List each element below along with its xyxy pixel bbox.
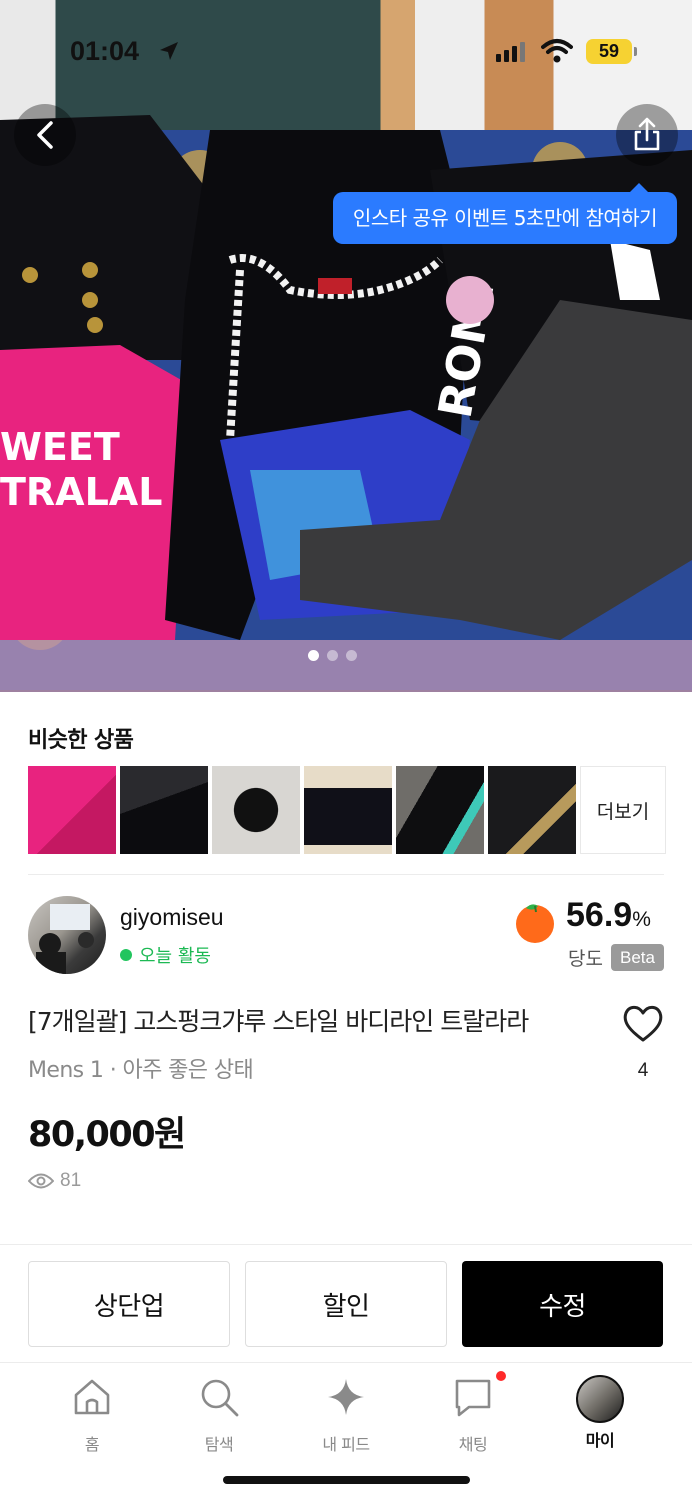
wifi-icon [541, 39, 573, 63]
search-icon [201, 1379, 239, 1417]
image-pagination [308, 650, 357, 661]
tab-label: 마이 [585, 1431, 615, 1450]
like-heart-icon[interactable] [620, 1002, 666, 1044]
svg-text:TRALAL: TRALAL [0, 470, 162, 514]
tab-label: 탐색 [204, 1435, 234, 1454]
chat-icon [455, 1371, 506, 1417]
seller-name[interactable]: giyomiseu [120, 904, 224, 931]
activity-label: 오늘 활동 [139, 946, 211, 967]
view-count: 81 [28, 1170, 81, 1192]
seller-avatar-image [36, 904, 94, 974]
product-title: [7개일괄] 고스펑크갸루 스타일 바디라인 트랄라라 [28, 1007, 529, 1036]
back-button[interactable] [14, 104, 76, 166]
tab-label: 채팅 [458, 1435, 488, 1454]
similar-products-row: 더보기 [28, 766, 666, 854]
pagination-dot [346, 650, 357, 661]
clock: 01:04 [70, 36, 140, 66]
product-size-condition: Mens 1 · 아주 좋은 상태 [28, 1058, 254, 1083]
bump-up-button[interactable]: 상단업 [28, 1261, 230, 1347]
product-photo[interactable]: WEET TRALAL ROMI 01:04 59 인스타 공유 이벤트 5초만… [0, 0, 692, 692]
beta-badge: Beta [611, 944, 664, 971]
view-count-value: 81 [60, 1170, 82, 1191]
tab-explore[interactable]: 탐색 [169, 1375, 269, 1455]
cellular-signal-icon [496, 42, 525, 62]
sweetness-score-value: 56.9 [566, 896, 633, 934]
similar-product-thumbnail[interactable] [28, 766, 116, 854]
tab-home[interactable]: 홈 [42, 1375, 142, 1455]
share-icon [634, 117, 660, 151]
share-button[interactable] [616, 104, 678, 166]
home-indicator [223, 1476, 470, 1484]
section-divider [28, 874, 664, 875]
tab-my[interactable]: 마이 [550, 1375, 650, 1451]
chevron-left-icon [37, 121, 53, 149]
product-price: 80,000원 [28, 1115, 186, 1155]
similar-products-heading: 비슷한 상품 [28, 728, 134, 753]
persimmon-score-icon [516, 904, 554, 943]
similar-product-thumbnail[interactable] [396, 766, 484, 854]
tab-chat[interactable]: 채팅 [423, 1371, 523, 1455]
similar-product-thumbnail[interactable] [212, 766, 300, 854]
sparkle-icon [328, 1379, 364, 1415]
notification-dot [496, 1371, 506, 1381]
sweetness-score: 56.9% [566, 896, 651, 935]
profile-avatar [576, 1375, 624, 1423]
similar-product-thumbnail[interactable] [304, 766, 392, 854]
see-more-button[interactable]: 더보기 [580, 766, 666, 854]
seller-avatar[interactable] [28, 896, 106, 974]
pagination-dot [308, 650, 319, 661]
location-arrow-icon [160, 42, 178, 60]
status-bar: 01:04 59 [0, 0, 692, 100]
sweetness-score-unit: % [632, 908, 651, 931]
tab-label: 홈 [84, 1435, 100, 1454]
eye-icon [28, 1173, 54, 1189]
share-event-tooltip[interactable]: 인스타 공유 이벤트 5초만에 참여하기 [333, 183, 677, 244]
sweetness-label: 당도 [568, 948, 603, 970]
like-count: 4 [637, 1060, 649, 1081]
similar-product-thumbnail[interactable] [488, 766, 576, 854]
tab-my-feed[interactable]: 내 피드 [296, 1375, 396, 1455]
home-icon [74, 1379, 110, 1415]
svg-text:WEET: WEET [0, 425, 120, 469]
similar-product-thumbnail[interactable] [120, 766, 208, 854]
tab-label: 내 피드 [322, 1435, 370, 1454]
edit-button[interactable]: 수정 [462, 1261, 663, 1347]
seller-activity-status: 오늘 활동 [120, 942, 211, 968]
discount-button[interactable]: 할인 [245, 1261, 447, 1347]
clothing-illustration: WEET TRALAL ROMI [0, 115, 692, 692]
battery-indicator: 59 [586, 39, 637, 64]
seller-action-bar: 상단업 할인 수정 [0, 1244, 692, 1362]
pagination-dot [327, 650, 338, 661]
online-status-dot [120, 949, 132, 961]
